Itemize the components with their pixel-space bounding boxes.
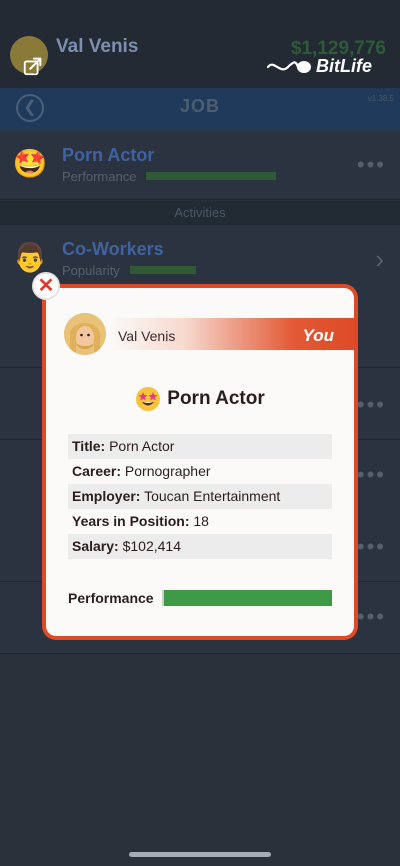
activities-section-header: Activities (0, 201, 400, 225)
share-icon[interactable] (22, 55, 44, 77)
star-struck-emoji-icon (136, 387, 161, 411)
modal-content: Val Venis You Porn Actor Title: Porn Act… (46, 288, 354, 636)
job-row-subtitle: Performance (62, 169, 137, 184)
detail-value: 18 (193, 513, 209, 529)
activity-title: Co-Workers (62, 239, 164, 259)
detail-row-employer: Employer: Toucan Entertainment (68, 484, 332, 509)
coworker-emoji-icon: 👨 (12, 242, 48, 273)
modal-job-title: Porn Actor (46, 386, 354, 412)
page-title: JOB (179, 96, 220, 116)
job-row-title: Porn Actor (62, 145, 155, 165)
star-struck-emoji-icon: 🤩 (12, 148, 48, 179)
modal-job-title-text: Porn Actor (167, 388, 265, 410)
detail-value: Porn Actor (109, 438, 175, 454)
detail-value: Toucan Entertainment (144, 488, 281, 504)
current-job-row[interactable] (0, 130, 400, 200)
character-avatar-icon (64, 313, 106, 355)
job-info-modal: Val Venis You Porn Actor Title: Porn Act… (42, 284, 358, 640)
detail-row-career: Career: Pornographer (68, 459, 332, 484)
more-options-icon[interactable]: ••• (357, 534, 386, 560)
job-performance-bar (146, 172, 276, 180)
brand-name: BitLife (316, 56, 372, 76)
detail-value: Pornographer (124, 463, 211, 479)
close-button[interactable]: ✕ (32, 272, 60, 300)
detail-row-years: Years in Position: 18 (68, 509, 332, 534)
bitlife-logo: BitLife (266, 56, 372, 77)
job-details-table: Title: Porn Actor Career: Pornographer E… (68, 434, 332, 559)
detail-label: Employer: (72, 488, 141, 504)
detail-row-title: Title: Porn Actor (68, 434, 332, 459)
activity-subtitle: Popularity (62, 263, 120, 278)
sperm-logo-icon (266, 60, 311, 73)
version-label: v1.38.5 (367, 94, 394, 103)
detail-value: $102,414 (122, 538, 181, 554)
more-options-icon[interactable]: ••• (357, 604, 386, 630)
close-icon: ✕ (37, 275, 55, 297)
character-name-header[interactable]: Val Venis (56, 36, 138, 58)
detail-label: Salary: (72, 538, 119, 554)
detail-label: Career: (72, 463, 122, 479)
performance-label: Performance (68, 590, 154, 606)
performance-bar (162, 590, 332, 606)
detail-label: Title: (72, 438, 106, 454)
performance-bar-fill (164, 590, 332, 606)
more-options-icon[interactable]: ••• (357, 152, 386, 178)
detail-row-salary: Salary: $102,414 (68, 534, 332, 559)
modal-character-name: Val Venis (118, 328, 176, 344)
detail-label: Years in Position: (72, 513, 190, 529)
more-options-icon[interactable]: ••• (357, 462, 386, 488)
you-badge: You (302, 326, 334, 345)
chevron-right-icon[interactable]: › (375, 244, 384, 275)
more-options-icon[interactable]: ••• (357, 392, 386, 418)
popularity-bar (130, 266, 196, 274)
home-indicator[interactable] (129, 852, 271, 857)
